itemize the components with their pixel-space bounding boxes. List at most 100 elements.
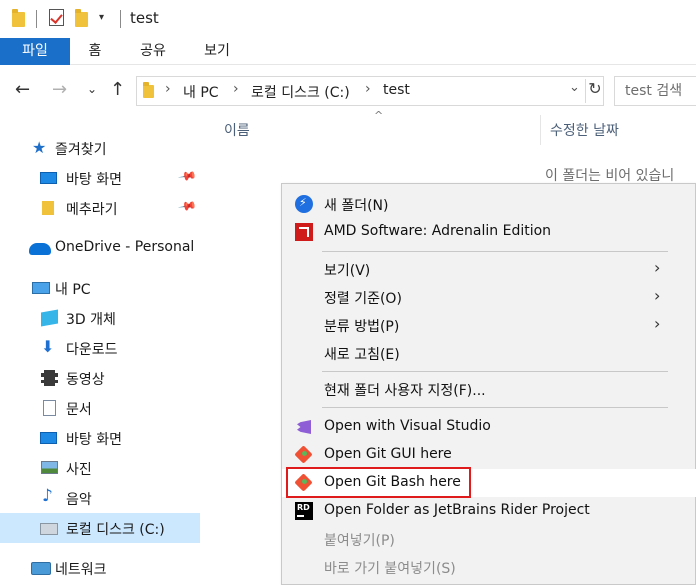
nav-item-documents[interactable]: 문서	[0, 393, 200, 423]
nav-item-label: 네트워크	[55, 562, 107, 578]
column-divider[interactable]	[540, 115, 541, 145]
sort-ascending-icon: ^	[374, 109, 384, 122]
nav-item-label: 내 PC	[55, 282, 91, 298]
folder-icon	[143, 82, 154, 98]
nav-item-label: 문서	[66, 402, 92, 418]
properties-icon[interactable]	[49, 9, 64, 26]
pin-icon[interactable]: 📌	[177, 166, 197, 186]
folder-icon	[42, 201, 54, 215]
menu-item-view[interactable]: 보기(V) ›	[282, 255, 696, 283]
up-arrow-icon[interactable]: ↑	[110, 79, 125, 100]
breadcrumb-chevron-icon[interactable]: ›	[365, 81, 371, 97]
nav-item-label: 바탕 화면	[66, 172, 122, 188]
submenu-chevron-icon: ›	[654, 258, 661, 277]
title-bar: ▾ test	[0, 0, 696, 38]
new-folder-quick-icon[interactable]	[75, 9, 88, 27]
tab-file[interactable]: 파일	[0, 38, 70, 65]
submenu-chevron-icon: ›	[654, 314, 661, 333]
music-icon: ♪	[42, 486, 53, 506]
desktop-icon	[40, 432, 57, 444]
nav-item-3d-objects[interactable]: 3D 개체	[0, 303, 200, 333]
tab-share[interactable]: 공유	[133, 38, 173, 65]
nav-item-label: 로컬 디스크 (C:)	[66, 522, 165, 538]
highlight-annotation-box	[286, 467, 471, 498]
menu-item-open-rider-project[interactable]: Open Folder as JetBrains Rider Project	[282, 497, 696, 525]
menu-item-label: Open with Visual Studio	[324, 418, 491, 434]
menu-item-paste: 붙여넣기(P)	[282, 525, 696, 553]
address-dropdown-icon[interactable]: ⌄	[569, 80, 580, 95]
tab-home[interactable]: 홈	[80, 38, 110, 65]
nav-item-videos[interactable]: 동영상	[0, 363, 200, 393]
nav-item-label: 즐겨찾기	[55, 142, 107, 158]
menu-separator	[322, 371, 668, 372]
cloud-icon	[29, 243, 51, 255]
menu-item-paste-shortcut: 바로 가기 붙여넣기(S)	[282, 553, 696, 581]
menu-item-sort-by[interactable]: 정렬 기준(O) ›	[282, 283, 696, 311]
navigation-bar: ← → ⌄ ↑ › 내 PC › 로컬 디스크 (C:) › test ⌄ ↻ …	[0, 65, 696, 115]
nav-item-label: 바탕 화면	[66, 432, 122, 448]
menu-item-new-folder[interactable]: 새 폴더(N)	[282, 190, 696, 218]
menu-item-open-git-gui[interactable]: Open Git GUI here	[282, 441, 696, 469]
recent-locations-chevron-icon[interactable]: ⌄	[87, 82, 97, 96]
tab-view[interactable]: 보기	[197, 38, 237, 65]
forward-arrow-icon[interactable]: →	[52, 79, 67, 100]
window-title: test	[130, 9, 159, 27]
breadcrumb-chevron-icon[interactable]: ›	[165, 81, 171, 97]
nav-item-label: 다운로드	[66, 342, 118, 358]
drive-icon	[40, 523, 58, 535]
menu-item-label: 붙여넣기(P)	[324, 533, 395, 549]
folder-icon	[12, 9, 25, 27]
download-icon: ⬇	[41, 337, 55, 356]
nav-item-pictures[interactable]: 사진	[0, 453, 200, 483]
nav-item-label: 사진	[66, 462, 92, 478]
customize-dropdown-icon[interactable]: ▾	[99, 12, 104, 23]
document-icon	[43, 400, 56, 416]
computer-icon	[32, 282, 50, 294]
menu-item-open-with-visual-studio[interactable]: Open with Visual Studio	[282, 413, 696, 441]
desktop-icon	[40, 172, 57, 184]
menu-item-amd-software[interactable]: AMD Software: Adrenalin Edition	[282, 218, 696, 246]
menu-item-customize-folder[interactable]: 현재 폴더 사용자 지정(F)...	[282, 375, 696, 403]
nav-item-downloads[interactable]: ⬇ 다운로드	[0, 333, 200, 363]
search-input[interactable]: test 검색	[614, 76, 696, 106]
nav-item-this-pc[interactable]: 내 PC	[0, 273, 200, 303]
menu-item-label: AMD Software: Adrenalin Edition	[324, 223, 552, 239]
git-icon	[295, 446, 313, 464]
nav-item-mechurargi[interactable]: 메추라기 📌	[0, 193, 200, 223]
nav-item-desktop-pinned[interactable]: 바탕 화면 📌	[0, 163, 200, 193]
nav-item-onedrive[interactable]: OneDrive - Personal	[0, 233, 200, 263]
breadcrumb-test[interactable]: test	[383, 82, 410, 98]
nav-item-network[interactable]: 네트워크	[0, 553, 200, 583]
breadcrumb-chevron-icon[interactable]: ›	[233, 81, 239, 97]
nav-item-label: 메추라기	[66, 202, 118, 218]
new-folder-icon	[295, 195, 313, 213]
menu-item-label: 현재 폴더 사용자 지정(F)...	[324, 383, 486, 399]
cube-icon	[41, 309, 58, 327]
nav-item-music[interactable]: ♪ 음악	[0, 483, 200, 513]
amd-icon	[295, 223, 313, 241]
menu-item-group-by[interactable]: 분류 방법(P) ›	[282, 311, 696, 339]
back-arrow-icon[interactable]: ←	[15, 79, 30, 100]
refresh-icon[interactable]: ↻	[585, 79, 604, 103]
visual-studio-icon	[295, 418, 313, 436]
nav-item-desktop[interactable]: 바탕 화면	[0, 423, 200, 453]
rider-icon	[295, 502, 313, 520]
nav-item-label: 음악	[66, 492, 92, 508]
column-header-name[interactable]: 이름	[224, 120, 250, 140]
nav-item-local-disk[interactable]: 로컬 디스크 (C:)	[0, 513, 200, 543]
menu-item-label: 분류 방법(P)	[324, 319, 400, 335]
breadcrumb-local-disk[interactable]: 로컬 디스크 (C:)	[251, 82, 350, 102]
column-header-date-modified[interactable]: 수정한 날짜	[550, 120, 619, 140]
pin-icon[interactable]: 📌	[177, 196, 197, 216]
empty-folder-message: 이 폴더는 비어 있습니	[545, 168, 675, 184]
breadcrumb-this-pc[interactable]: 내 PC	[183, 82, 219, 102]
menu-item-refresh[interactable]: 새로 고침(E)	[282, 339, 696, 367]
nav-item-quick-access[interactable]: ★ 즐겨찾기	[0, 133, 200, 163]
menu-separator	[322, 251, 668, 252]
context-menu: 새 폴더(N) AMD Software: Adrenalin Edition …	[281, 183, 696, 585]
menu-item-label: 바로 가기 붙여넣기(S)	[324, 561, 456, 577]
menu-separator	[322, 407, 668, 408]
star-icon: ★	[32, 138, 47, 157]
menu-item-label: 정렬 기준(O)	[324, 291, 402, 307]
address-bar[interactable]: › 내 PC › 로컬 디스크 (C:) › test ⌄ ↻	[136, 76, 604, 106]
